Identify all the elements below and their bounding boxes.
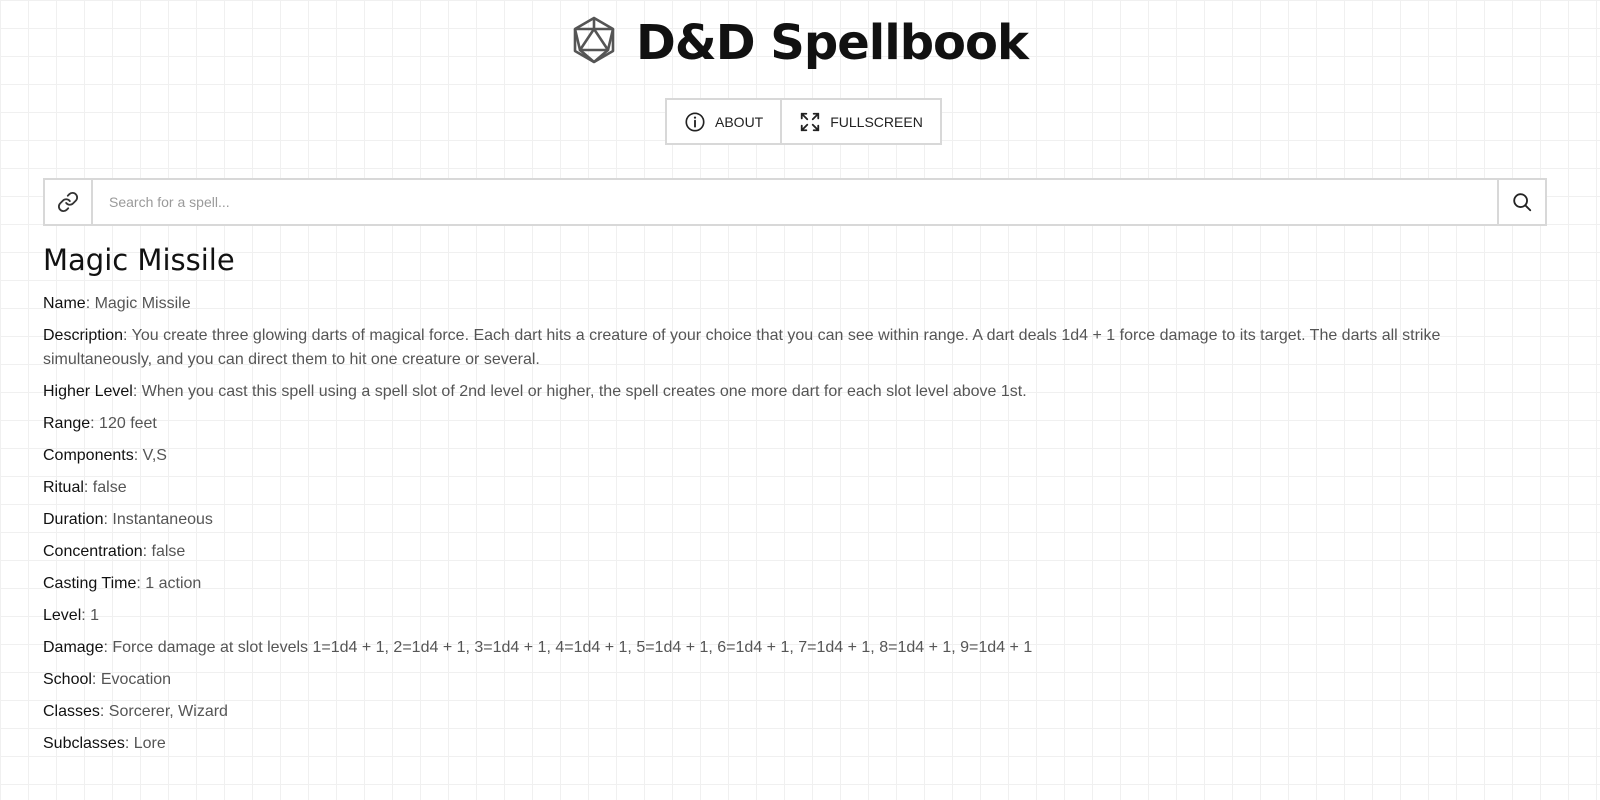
search-bar — [43, 178, 1547, 226]
spell-property-concentration: Concentration: false — [43, 543, 186, 560]
app-header: D&D Spellbook — [0, 0, 1600, 90]
property-value: 120 feet — [99, 415, 157, 432]
property-value: Magic Missile — [94, 295, 191, 312]
fullscreen-button[interactable]: FULLSCREEN — [780, 100, 940, 143]
fullscreen-icon — [801, 112, 820, 131]
property-value: 1 action — [145, 575, 202, 592]
property-label: Damage — [43, 639, 104, 656]
d20-icon — [573, 16, 615, 64]
property-label: Higher Level — [43, 383, 133, 400]
property-label: Description — [43, 327, 124, 344]
property-value: Evocation — [100, 671, 172, 688]
property-label: Concentration — [43, 543, 143, 560]
spell-property-ritual: Ritual: false — [43, 479, 127, 496]
property-label: Subclasses — [43, 735, 125, 752]
property-label: Components — [43, 447, 134, 464]
property-value: You create three glowing darts of magica… — [43, 327, 1441, 368]
about-label: ABOUT — [715, 113, 764, 130]
property-label: Name — [43, 295, 86, 312]
property-value: false — [151, 543, 186, 560]
spell-details: Magic Missile Name: Magic Missile Descri… — [43, 238, 1503, 764]
spell-property-subclasses: Subclasses: Lore — [43, 735, 166, 752]
property-value: Lore — [133, 735, 166, 752]
property-label: Ritual — [43, 479, 84, 496]
app-title: D&D Spellbook — [636, 15, 1029, 71]
spell-property-components: Components: V,S — [43, 447, 167, 464]
spell-property-level: Level: 1 — [43, 607, 100, 624]
spell-property-higher-level: Higher Level: When you cast this spell u… — [43, 383, 1027, 400]
spell-property-classes: Classes: Sorcerer, Wizard — [43, 703, 228, 720]
link-icon — [57, 191, 79, 213]
toolbar: ABOUT FULLSCREEN — [665, 98, 942, 145]
spell-property-range: Range: 120 feet — [43, 415, 157, 432]
spell-property-casting-time: Casting Time: 1 action — [43, 575, 202, 592]
fullscreen-label: FULLSCREEN — [830, 113, 923, 130]
spell-property-description: Description: You create three glowing da… — [43, 327, 1441, 368]
property-value: 1 — [90, 607, 100, 624]
spell-property-school: School: Evocation — [43, 671, 172, 688]
property-value: Sorcerer, Wizard — [108, 703, 228, 720]
spell-property-damage: Damage: Force damage at slot levels 1=1d… — [43, 639, 1033, 656]
property-label: Classes — [43, 703, 100, 720]
spell-property-name: Name: Magic Missile — [43, 295, 191, 312]
copy-link-button[interactable] — [45, 180, 93, 224]
property-label: Duration — [43, 511, 104, 528]
search-button[interactable] — [1497, 180, 1545, 224]
property-value: Force damage at slot levels 1=1d4 + 1, 2… — [112, 639, 1033, 656]
property-label: Range — [43, 415, 91, 432]
property-value: false — [92, 479, 127, 496]
about-button[interactable]: ABOUT — [667, 100, 781, 143]
spell-title: Magic Missile — [43, 243, 235, 277]
search-input[interactable] — [93, 180, 1497, 224]
spell-property-duration: Duration: Instantaneous — [43, 511, 213, 528]
property-label: Casting Time — [43, 575, 137, 592]
property-value: V,S — [142, 447, 167, 464]
property-value: Instantaneous — [112, 511, 213, 528]
search-icon — [1513, 193, 1532, 212]
property-label: Level — [43, 607, 82, 624]
property-value: When you cast this spell using a spell s… — [141, 383, 1027, 400]
info-icon — [685, 111, 705, 132]
property-label: School — [43, 671, 92, 688]
